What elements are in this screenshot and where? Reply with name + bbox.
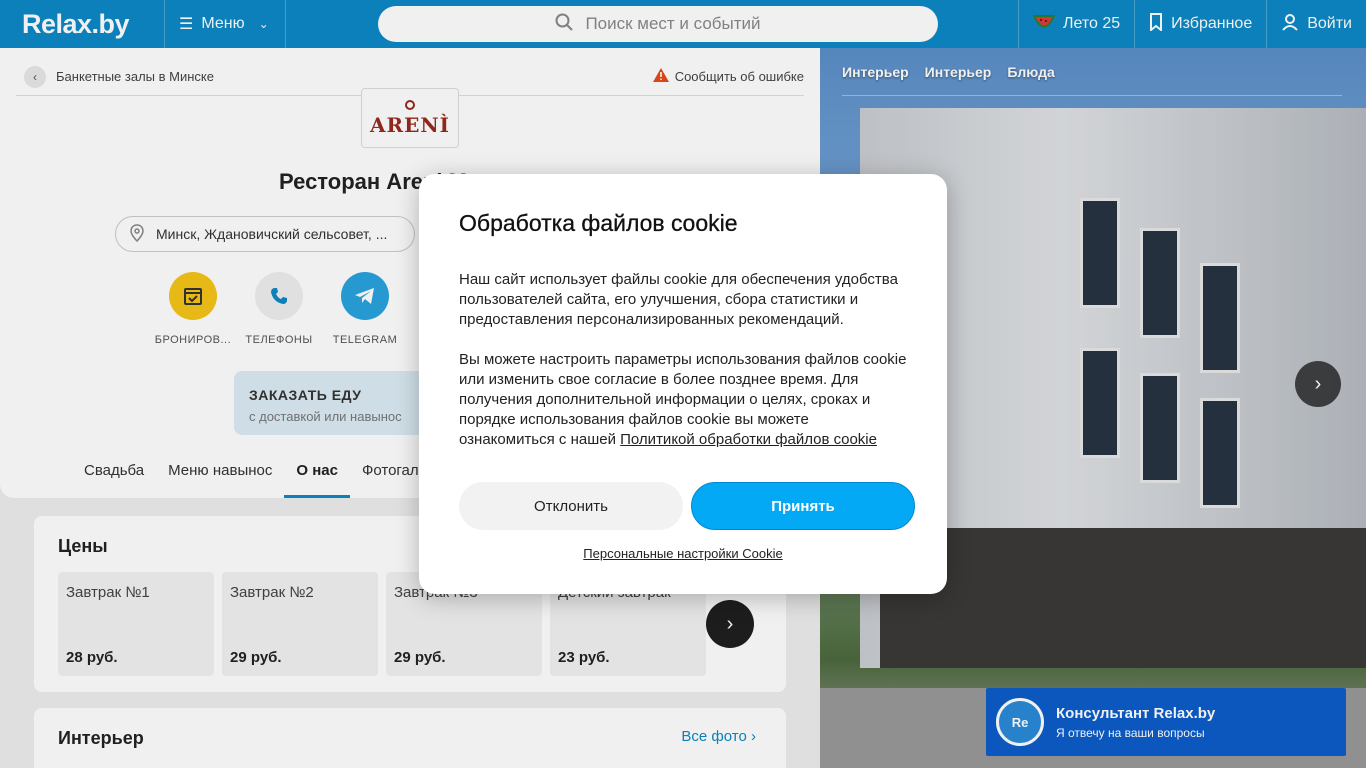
cookie-text-1: Наш сайт использует файлы cookie для обе… — [459, 271, 898, 328]
cookie-modal: Обработка файлов cookie Наш сайт использ… — [419, 174, 947, 594]
cookie-modal-title: Обработка файлов cookie — [459, 210, 738, 236]
cookie-text-2: Вы можете настроить параметры использова… — [459, 350, 907, 450]
decline-button[interactable]: Отклонить — [459, 482, 683, 530]
cookie-buttons: Отклонить Принять — [459, 482, 915, 530]
cookie-settings-link[interactable]: Персональные настройки Cookie — [419, 546, 947, 561]
accept-button[interactable]: Принять — [691, 482, 915, 530]
cookie-policy-link[interactable]: Политикой обработки файлов cookie — [620, 431, 877, 448]
